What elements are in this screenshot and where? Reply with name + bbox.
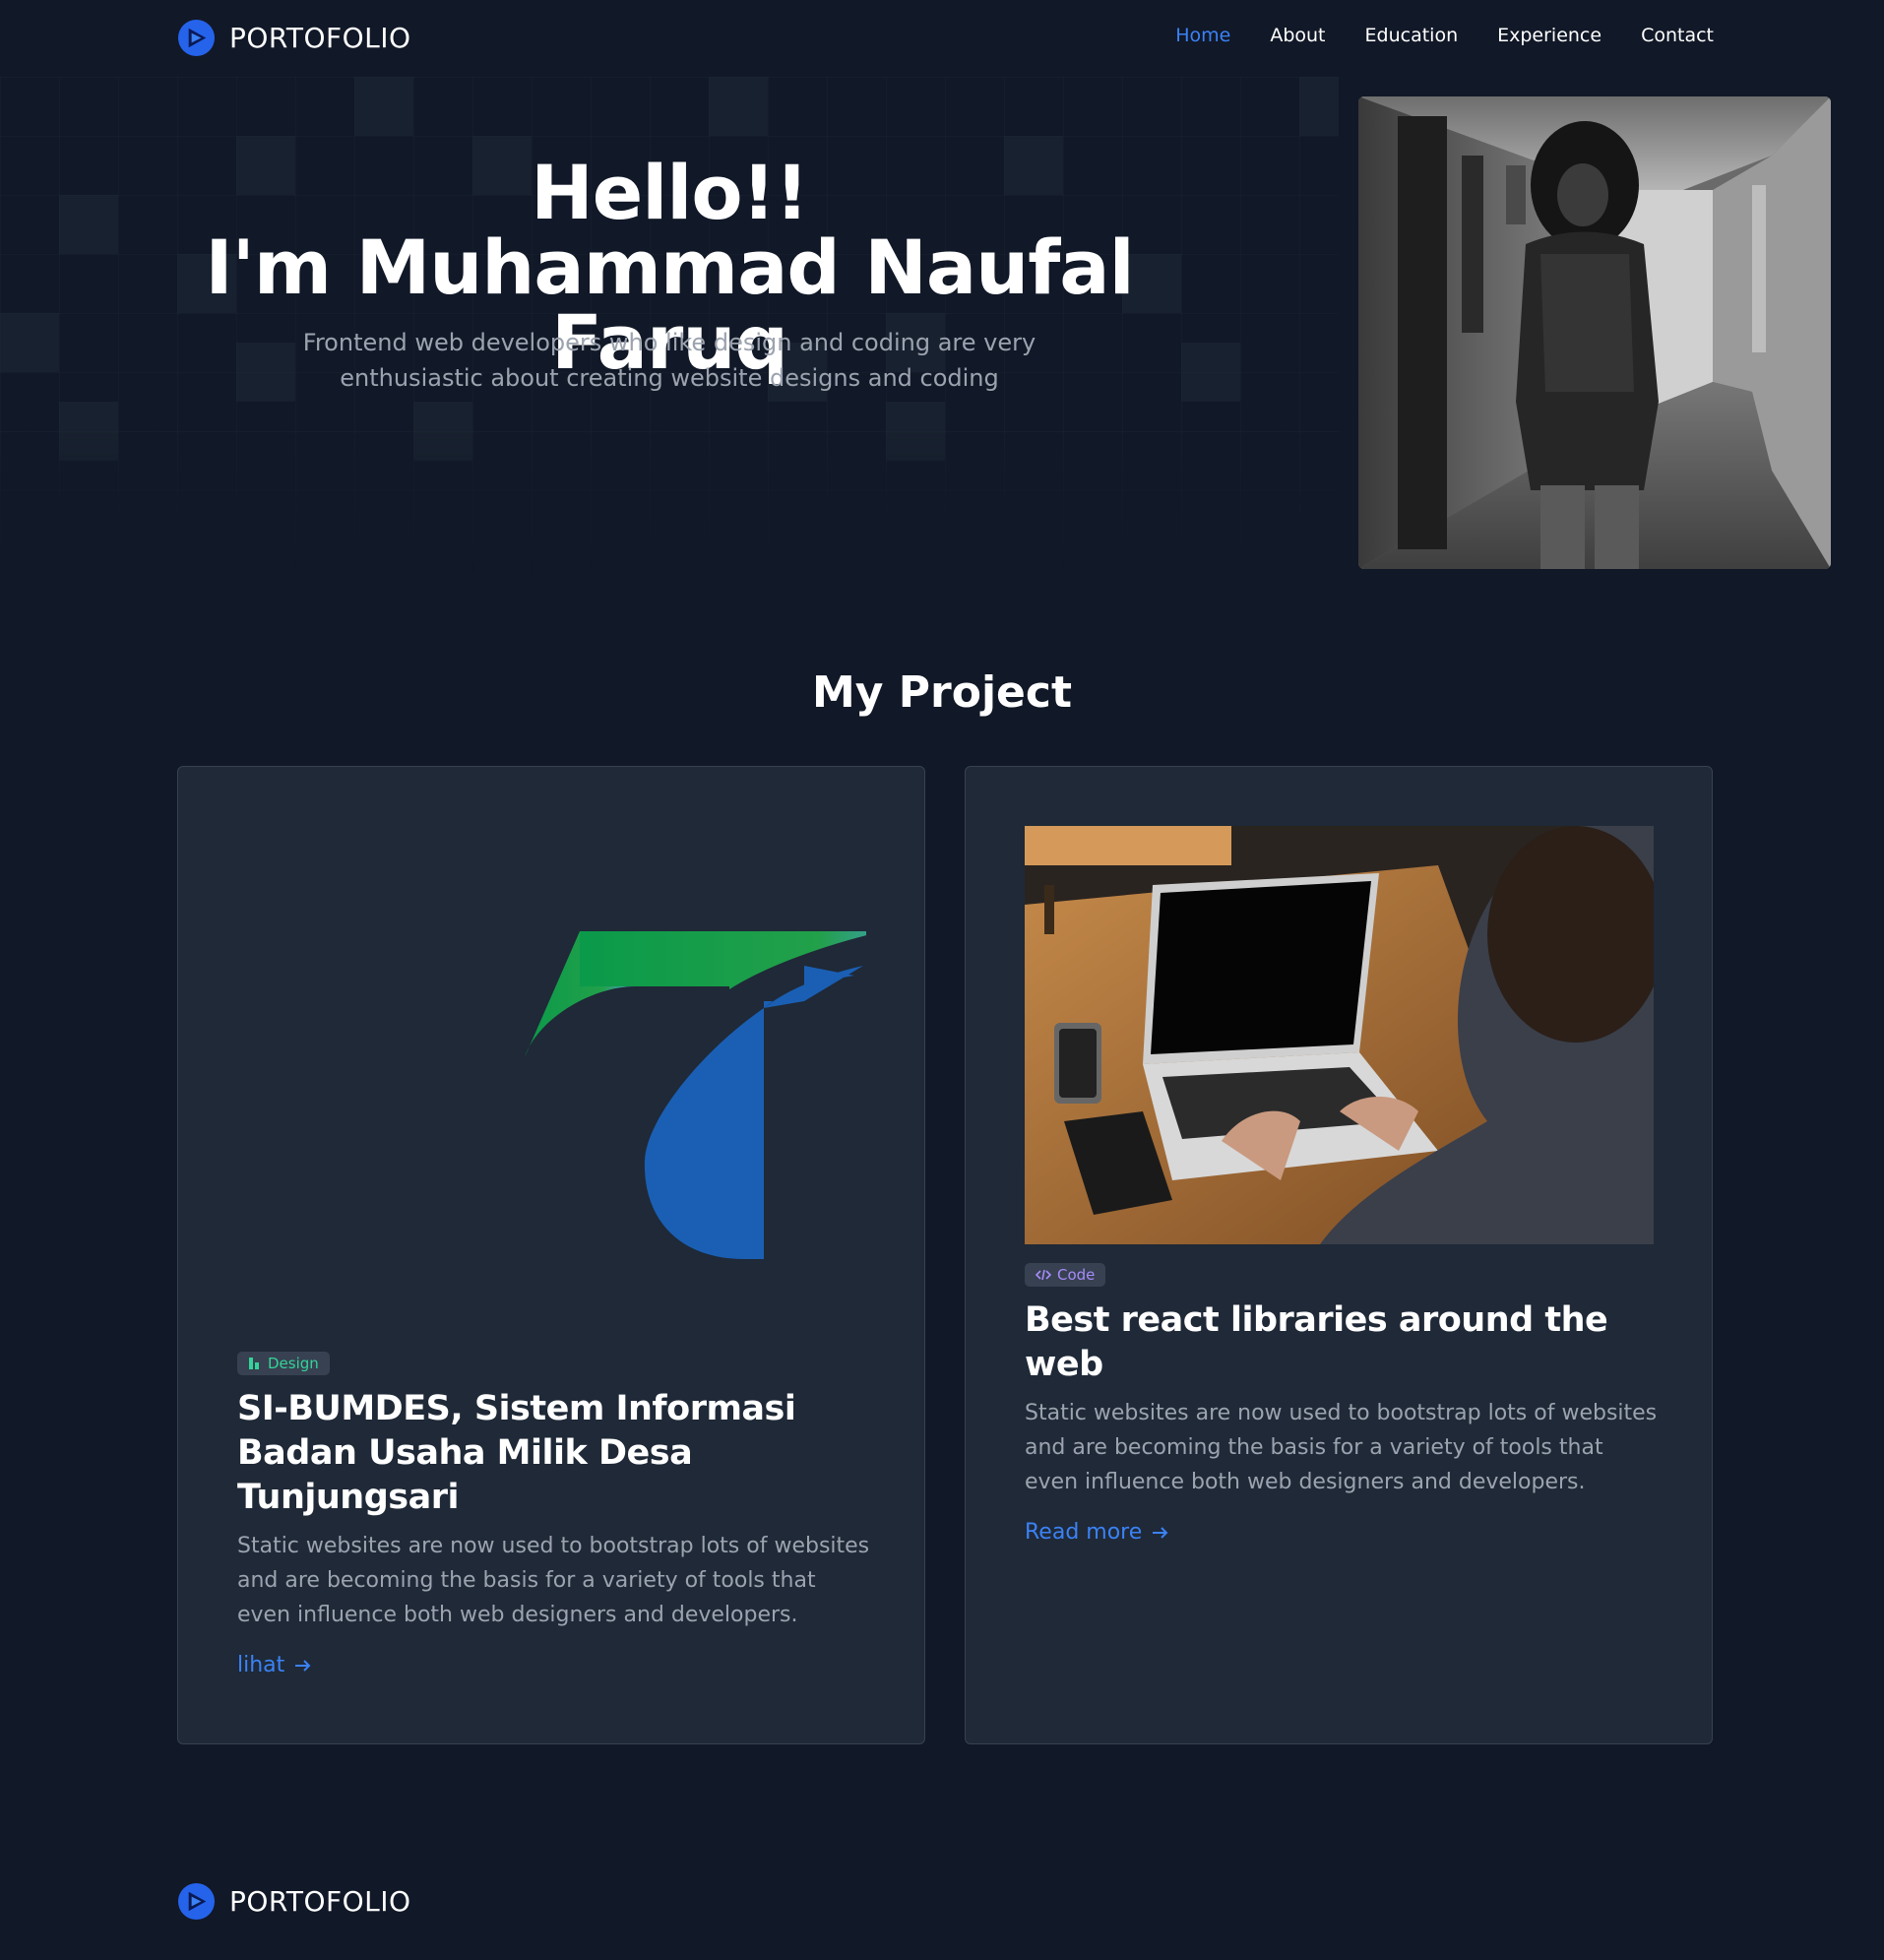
project-link-read-more[interactable]: Read more xyxy=(1025,1520,1169,1545)
badge-label: Code xyxy=(1057,1266,1096,1284)
project-link-label: lihat xyxy=(237,1653,285,1677)
portfolio-logo-icon xyxy=(177,19,216,57)
grid-tile xyxy=(354,77,413,136)
navbar: PORTOFOLIO Home About Education Experien… xyxy=(0,0,1884,77)
footer-brand: PORTOFOLIO xyxy=(177,1882,411,1921)
project-title: SI-BUMDES, Sistem Informasi Badan Usaha … xyxy=(237,1389,796,1517)
project-description: Static websites are now used to bootstra… xyxy=(1025,1401,1658,1494)
tunjungsari-logo-icon xyxy=(525,931,866,1259)
profile-photo xyxy=(1358,96,1831,569)
profile-photo-image xyxy=(1358,96,1831,569)
grid-tile xyxy=(1299,77,1358,136)
hero-section: Hello!! I'm Muhammad Naufal Faruq Fronte… xyxy=(0,77,1884,574)
grid-tile xyxy=(709,77,768,136)
project-image-laptop xyxy=(1025,826,1654,1244)
project-link-lihat[interactable]: lihat xyxy=(237,1653,312,1677)
nav-link-home[interactable]: Home xyxy=(1175,25,1230,46)
project-title: Best react libraries around the web xyxy=(1025,1300,1608,1384)
main-nav: Home About Education Experience Contact xyxy=(1175,25,1714,46)
projects-heading: My Project xyxy=(812,667,1072,718)
badge-code: Code xyxy=(1025,1263,1106,1287)
hero-subtitle: Frontend web developers who like design … xyxy=(302,329,1036,392)
project-card-sibumdes: Design SI-BUMDES, Sistem Informasi Badan… xyxy=(177,766,925,1744)
project-card-react: Code Best react libraries around the web… xyxy=(965,766,1713,1744)
nav-link-about[interactable]: About xyxy=(1270,25,1325,46)
footer-brand-name: PORTOFOLIO xyxy=(229,1885,411,1918)
grid-tile xyxy=(59,402,118,461)
badge-label: Design xyxy=(268,1355,319,1372)
portfolio-logo-icon xyxy=(177,1882,216,1921)
project-description: Static websites are now used to bootstra… xyxy=(237,1534,870,1627)
nav-link-education[interactable]: Education xyxy=(1365,25,1459,46)
grid-tile xyxy=(886,402,945,461)
design-icon xyxy=(249,1358,259,1369)
grid-tile xyxy=(413,402,472,461)
nav-link-experience[interactable]: Experience xyxy=(1497,25,1601,46)
badge-design: Design xyxy=(237,1352,330,1375)
arrow-right-icon xyxy=(295,1659,311,1672)
brand-link[interactable]: PORTOFOLIO xyxy=(177,19,411,57)
arrow-right-icon xyxy=(1153,1526,1168,1539)
brand-name: PORTOFOLIO xyxy=(229,22,411,54)
code-icon xyxy=(1036,1269,1051,1281)
grid-tile xyxy=(0,313,59,372)
project-image-sibumdes xyxy=(237,826,866,1298)
nav-link-contact[interactable]: Contact xyxy=(1641,25,1714,46)
project-link-label: Read more xyxy=(1025,1520,1143,1545)
laptop-photo-image xyxy=(1025,826,1654,1244)
hero-greeting: Hello!! xyxy=(531,149,809,236)
